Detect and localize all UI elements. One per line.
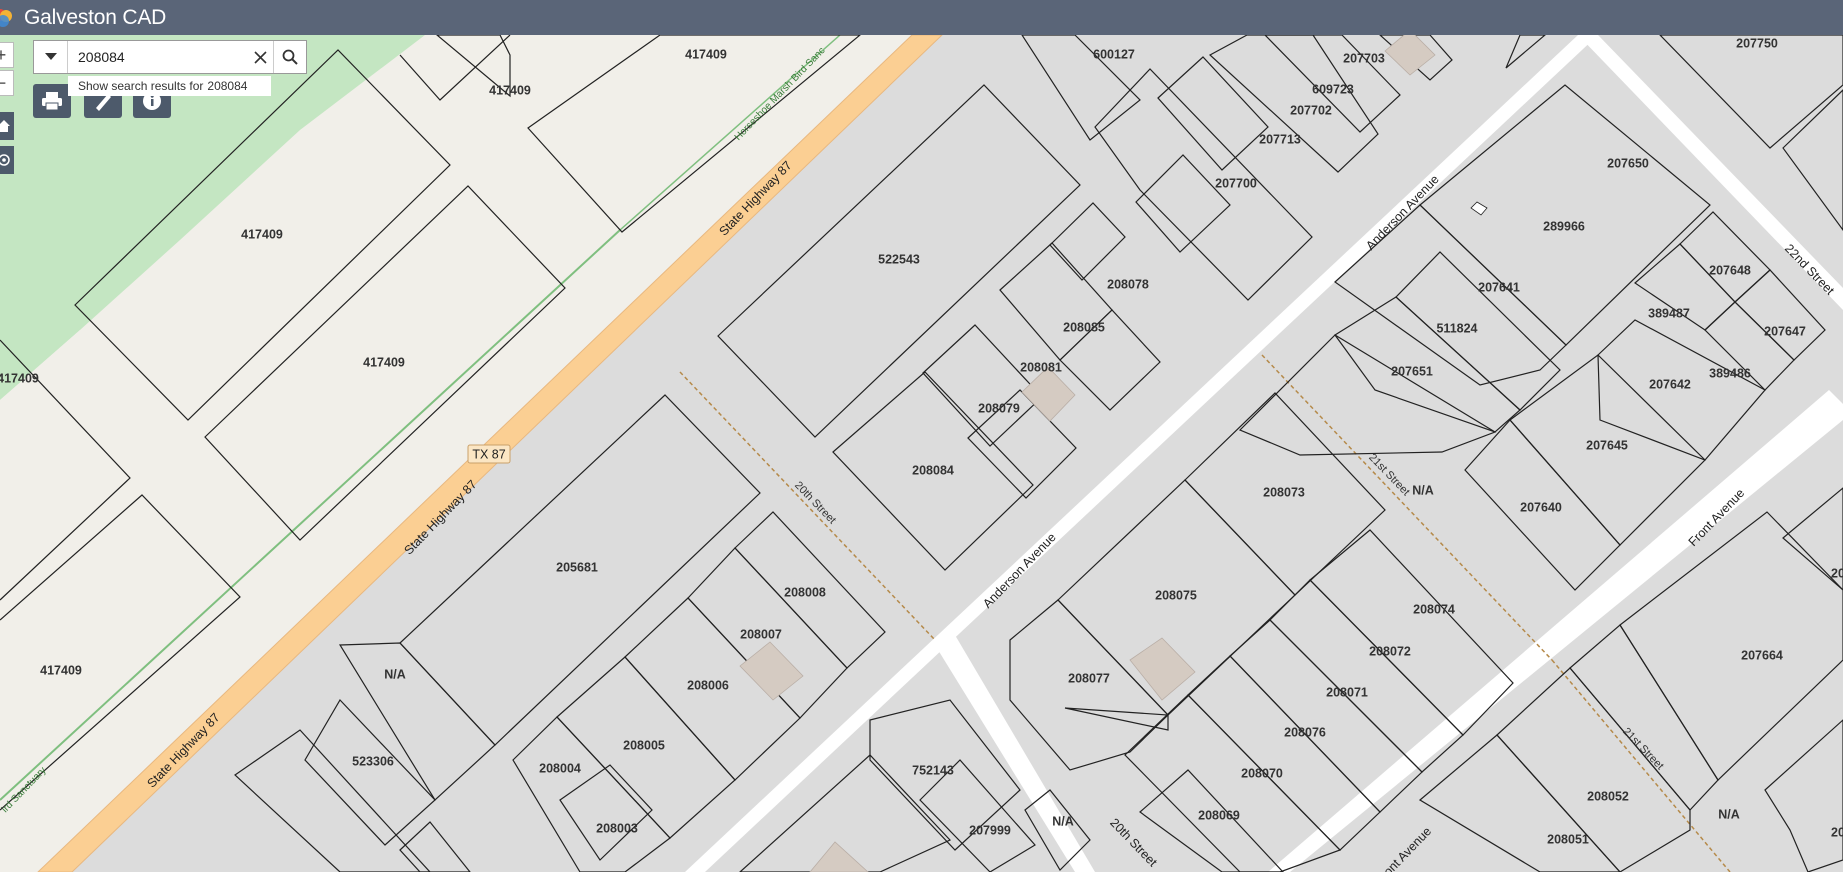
parcel-label: 208052 [1587,789,1629,803]
parcel-label: 208072 [1369,644,1411,658]
parcel-label: 523306 [352,754,394,768]
parcel-label: 208071 [1326,685,1368,699]
parcel-label: 511824 [1436,321,1477,335]
search-source-dropdown[interactable] [34,41,68,73]
parcel-label: 207700 [1215,176,1257,190]
parcel-label: 208004 [539,761,581,775]
parcel-label: 417409 [0,371,39,385]
parcel-label: 208077 [1068,671,1110,685]
parcel-label: 207703 [1343,51,1385,65]
parcel-label: 207664 [1741,648,1783,662]
parcel-label: 417409 [363,355,405,369]
zoom-out-button[interactable]: − [0,70,14,96]
parcel-label: 207645 [1586,438,1628,452]
parcel-label: N/A [1052,814,1074,828]
search-suggestion[interactable]: Show search results for 208084 [68,76,271,96]
parcel-label: 208075 [1155,588,1197,602]
app-title: Galveston CAD [24,5,167,29]
street-label: TX 87 [472,447,505,461]
parcel-label: 208070 [1241,766,1283,780]
locate-icon [0,154,10,166]
print-button[interactable] [33,84,71,118]
parcel-label: 208073 [1263,485,1305,499]
parcel-label: 208003 [596,821,638,835]
print-icon [42,92,62,111]
parcel-label: 207650 [1607,156,1649,170]
parcel-label: N/A [1718,807,1740,821]
parcel-label: 417409 [241,227,283,241]
home-button[interactable] [0,112,14,140]
parcel-label: 208081 [1020,360,1062,374]
parcel-label: 207702 [1290,103,1332,117]
parcel-label: 207999 [969,823,1011,837]
parcel-label: 208079 [978,401,1020,415]
tx87-shield: TX 87 [467,444,511,464]
parcel-label: 208006 [687,678,729,692]
parcel-label: 208051 [1547,832,1589,846]
parcel-label: 208007 [740,627,782,641]
parcel-label: 207642 [1649,377,1691,391]
home-icon [0,120,10,132]
parcel-label: 208084 [912,463,954,477]
parcel-label: 207713 [1259,132,1301,146]
parcel-label: 609723 [1312,82,1354,96]
minus-icon: − [0,72,7,93]
parcel-label: N/A [1412,483,1434,497]
parcel-label: 205681 [556,560,598,574]
suggestion-prefix: Show search results for [78,79,204,93]
parcel-label: 600127 [1093,47,1135,61]
close-icon [253,50,267,64]
parcel-label: 207651 [1391,364,1433,378]
search-button[interactable] [273,41,306,73]
parcel-label: 20 [1831,566,1843,580]
search-icon [282,49,298,65]
parcel-label: 207750 [1736,36,1778,50]
parcel-label: 208008 [784,585,826,599]
zoom-in-button[interactable]: + [0,42,14,68]
parcel-label: 389487 [1648,306,1690,320]
parcel-label: 522543 [878,252,920,266]
parcel-label: 208005 [623,738,665,752]
search-widget: 208084 [33,40,307,74]
parcel-label: 208069 [1198,808,1240,822]
parcel-label: 20 [1831,825,1843,839]
parcel-label: 207641 [1478,280,1520,294]
parcel-label: 208085 [1063,320,1105,334]
search-input[interactable]: 208084 [68,49,247,65]
map-canvas[interactable]: 417409 417409 417409 417409 417409 41740… [0,35,1843,872]
parcel-label: 207647 [1764,324,1806,338]
locate-button[interactable] [0,146,14,174]
parcel-label: 289966 [1543,219,1585,233]
parcel-label: 208078 [1107,277,1149,291]
app-logo-icon [0,8,12,27]
parcel-label: 208076 [1284,725,1326,739]
plus-icon: + [0,44,7,65]
app-header: Galveston CAD [0,0,1843,35]
parcel-label: 207640 [1520,500,1562,514]
clear-search-button[interactable] [247,41,273,73]
parcel-label: N/A [384,667,406,681]
parcel-label: 208074 [1413,602,1455,616]
parcel-label: 389486 [1709,366,1751,380]
parcel-label: 417409 [489,83,531,97]
parcel-label: 752143 [912,763,954,777]
chevron-down-icon [44,53,57,60]
suggestion-term: 208084 [207,79,248,93]
parcel-label: 417409 [685,47,727,61]
parcel-label: 417409 [40,663,82,677]
parcel-label: 207648 [1709,263,1751,277]
